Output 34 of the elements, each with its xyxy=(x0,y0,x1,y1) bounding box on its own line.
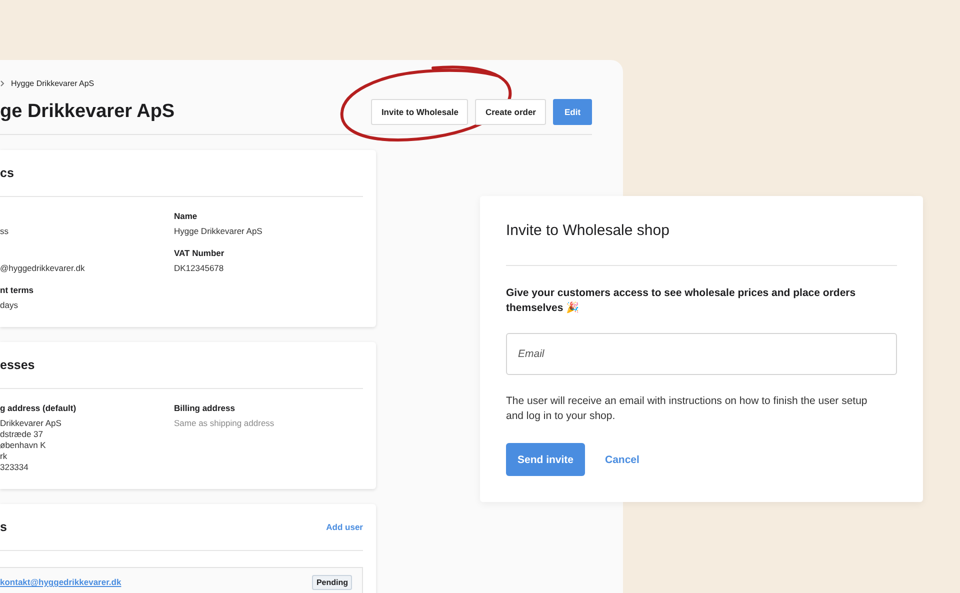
card-title: cs xyxy=(0,166,14,180)
address-line: 323334 xyxy=(0,462,30,473)
field-value: @hyggedrikkevarer.dk xyxy=(0,263,86,274)
field-value: ss xyxy=(0,226,10,237)
user-email-link[interactable]: kontakt@hyggedrikkevarer.dk xyxy=(0,577,122,587)
dialog-lead-text: Give your customers access to see wholesale prices and place orders themselves 🎉 xyxy=(506,286,857,316)
address-line: øbenhavn K xyxy=(0,440,47,451)
field-label: Billing address xyxy=(174,403,236,413)
dialog-title: Invite to Wholesale shop xyxy=(506,196,897,266)
chevron-right-icon xyxy=(0,80,5,86)
address-line: Same as shipping address xyxy=(174,418,276,429)
field-label: Name xyxy=(174,211,198,221)
send-invite-button[interactable]: Send invite xyxy=(506,443,585,476)
card-title: esses xyxy=(0,358,35,372)
header-button[interactable]: Create order xyxy=(475,99,546,125)
page-title: ge Drikkevarer ApS xyxy=(0,101,175,123)
field-label: nt terms xyxy=(0,285,35,295)
cancel-link[interactable]: Cancel xyxy=(605,454,640,466)
field-value: DK12345678 xyxy=(174,263,225,274)
status-badge: Pending xyxy=(312,574,352,590)
email-input-field[interactable]: Email xyxy=(506,333,897,375)
field-value: Hygge Drikkevarer ApS xyxy=(174,226,264,237)
edit-button[interactable]: Edit xyxy=(553,99,592,125)
address-line: rk xyxy=(0,451,8,462)
field-value: days xyxy=(0,300,19,311)
dialog-note: The user will receive an email with instructions on how to finish the user setup and log in to your shop. xyxy=(506,394,868,424)
add-user-link[interactable]: Add user xyxy=(326,522,363,532)
field-label: VAT Number xyxy=(174,248,226,258)
address-line: Drikkevarer ApS xyxy=(0,418,62,429)
card-title: s xyxy=(0,520,7,534)
breadcrumb-item[interactable]: Hygge Drikkevarer ApS xyxy=(11,78,94,88)
field-label: g address (default) xyxy=(0,403,78,413)
header-button[interactable]: Invite to Wholesale xyxy=(371,99,468,125)
address-line: dstræde 37 xyxy=(0,429,44,440)
